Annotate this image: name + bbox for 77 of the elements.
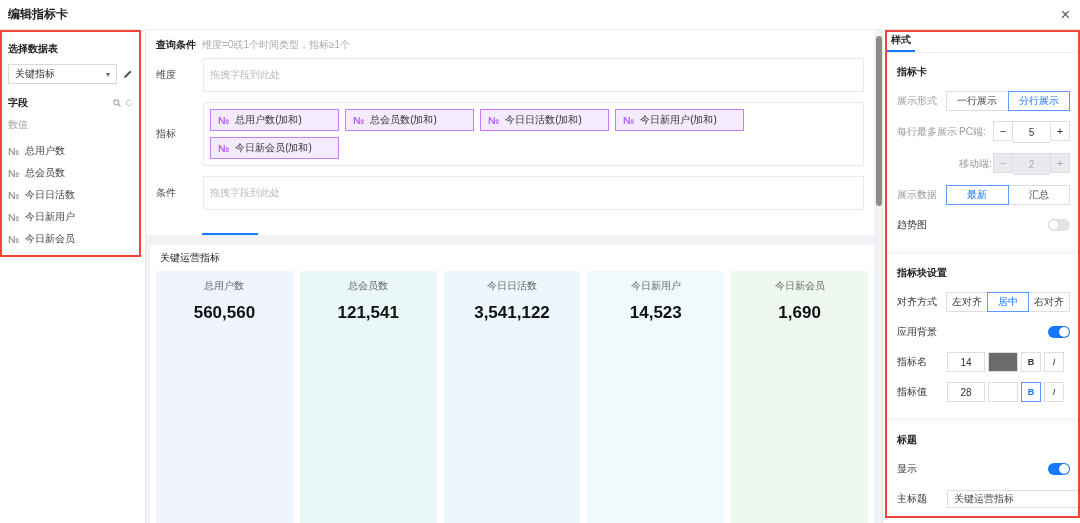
bold-button[interactable]: B: [1021, 352, 1041, 372]
toggle-switch[interactable]: [1048, 326, 1070, 338]
hint-text: 维度=0或1个时间类型，指标≥1个: [202, 38, 350, 52]
metric-name: 总会员数: [348, 279, 389, 293]
color-swatch[interactable]: [988, 352, 1018, 372]
font-size-field[interactable]: 14: [947, 352, 985, 372]
table-select[interactable]: 关键指标 ▾: [8, 64, 117, 84]
row-label: 显示: [897, 462, 918, 476]
italic-button[interactable]: I: [1044, 382, 1064, 402]
toggle-switch[interactable]: [1048, 463, 1070, 475]
segment-option[interactable]: 最新: [946, 185, 1009, 205]
row-label: 移动端:: [959, 157, 991, 171]
minus-button[interactable]: −: [993, 121, 1013, 141]
metric-name: 总用户数: [204, 279, 245, 293]
section-title: 指标块设置: [897, 266, 948, 280]
card-title: 关键运营指标: [160, 251, 221, 265]
segment-option[interactable]: 汇总: [1007, 185, 1070, 205]
row-label: 展示形式: [897, 94, 938, 108]
search-icon[interactable]: [113, 99, 121, 107]
bold-button[interactable]: B: [1021, 382, 1041, 402]
row-label: 对齐方式: [897, 295, 938, 309]
row-label: 每行最多展示: [897, 125, 958, 139]
metric-value: 3,541,122: [474, 303, 550, 323]
row-label: 条件: [156, 186, 177, 200]
row-label: 主标题: [897, 492, 928, 506]
color-swatch[interactable]: [988, 382, 1018, 402]
field-chip[interactable]: № 总用户数(加和): [210, 109, 339, 131]
field-chip[interactable]: № 今日新会员(加和): [210, 137, 339, 159]
panel-heading: 选择数据表: [8, 42, 59, 56]
toggle-switch[interactable]: [1048, 219, 1070, 231]
row-label: 指标值: [897, 385, 928, 399]
field-chip[interactable]: № 今日新用户(加和): [615, 109, 744, 131]
segment-option[interactable]: 左对齐: [946, 292, 988, 312]
segment-option[interactable]: 居中: [987, 292, 1029, 312]
dialog-title: 编辑指标卡: [8, 6, 68, 23]
metric-name: 今日日活数: [487, 279, 537, 293]
close-button[interactable]: ×: [1060, 5, 1070, 24]
row-label: 展示数据: [897, 188, 938, 202]
section-title: 查询条件: [156, 38, 196, 52]
segment-option[interactable]: 一行展示: [946, 91, 1009, 111]
metric-value: 1,690: [778, 303, 821, 323]
metric-name: 今日新用户: [630, 279, 681, 293]
group-label: 数值: [8, 118, 29, 132]
number-stepper[interactable]: − 5 +: [993, 121, 1070, 143]
segment-option[interactable]: 分行展示: [1007, 91, 1070, 111]
section-title: 指标卡: [897, 65, 928, 79]
row-label: 维度: [156, 68, 177, 82]
stepper-value: 2: [1013, 153, 1050, 175]
scrollbar[interactable]: [876, 36, 882, 206]
field-item[interactable]: № 总用户数: [8, 140, 133, 162]
row-label: PC端:: [959, 125, 987, 139]
refresh-icon[interactable]: [125, 99, 133, 107]
tab-indicator: [202, 233, 258, 235]
drop-zone[interactable]: № 总用户数(加和) № 总会员数(加和) № 今日日活数(加和) № 今日新用户(加和) № 今日新会员(加和): [203, 102, 864, 166]
pencil-icon[interactable]: [123, 69, 133, 79]
italic-button[interactable]: I: [1044, 352, 1064, 372]
field-item[interactable]: № 今日日活数: [8, 184, 133, 206]
row-label: 指标: [156, 127, 177, 141]
metric-value: 14,523: [629, 303, 682, 323]
segment-option[interactable]: 右对齐: [1028, 292, 1070, 312]
plus-button[interactable]: +: [1050, 121, 1070, 141]
metric-value: 121,541: [337, 303, 399, 323]
section-title: 标题: [897, 433, 918, 447]
metric-value: 560,560: [193, 303, 256, 323]
row-label: 趋势图: [897, 218, 928, 232]
section-heading: 字段: [8, 96, 28, 110]
field-item[interactable]: № 今日新会员: [8, 228, 133, 250]
row-label: 指标名: [897, 355, 928, 369]
panel-tab[interactable]: 样式: [887, 32, 915, 52]
font-size-field[interactable]: 28: [947, 382, 985, 402]
field-item[interactable]: № 今日新用户: [8, 206, 133, 228]
field-chip[interactable]: № 总会员数(加和): [345, 109, 474, 131]
field-chip[interactable]: № 今日日活数(加和): [480, 109, 609, 131]
title-field[interactable]: 关键运营指标: [947, 490, 1078, 508]
field-item[interactable]: № 总会员数: [8, 162, 133, 184]
metric-name: 今日新会员: [774, 279, 825, 293]
row-label: 应用背景: [897, 325, 938, 339]
